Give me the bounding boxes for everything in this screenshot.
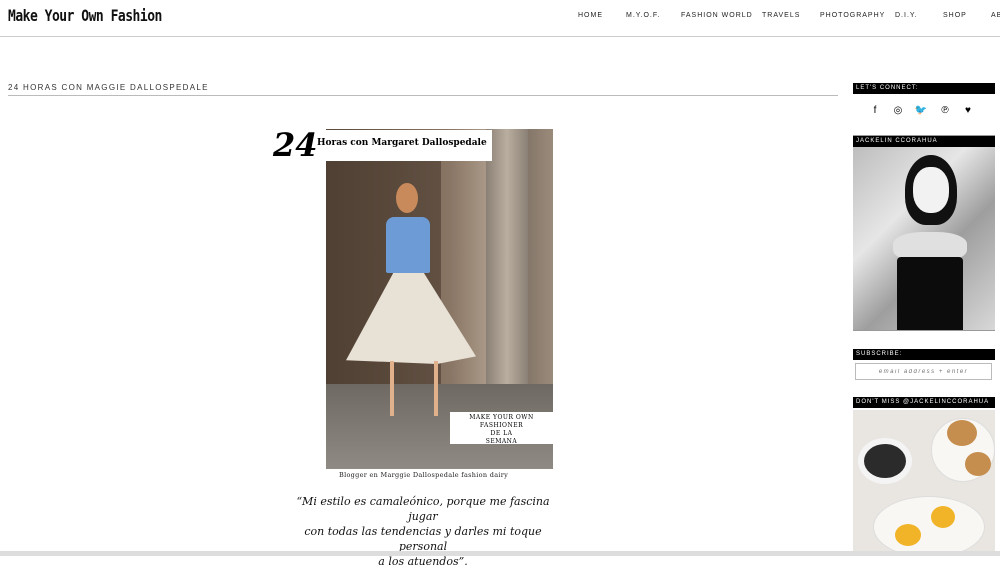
nav-photography[interactable]: PHOTOGRAPHY bbox=[820, 12, 885, 19]
image-label-line: MAKE YOUR OWN FASHIONER bbox=[469, 414, 534, 429]
horizontal-scrollbar[interactable] bbox=[0, 551, 1000, 556]
nav-shop[interactable]: SHOP bbox=[943, 12, 967, 19]
image-title-text: Horas con Margaret Dallospedale bbox=[317, 138, 487, 148]
photo-legs bbox=[390, 361, 438, 416]
facebook-icon[interactable]: f bbox=[867, 105, 883, 116]
pinterest-icon[interactable]: ℗ bbox=[937, 105, 953, 116]
bread bbox=[947, 420, 977, 446]
site-header: Make Your Own Fashion HOME M.Y.O.F. FASH… bbox=[0, 0, 1000, 37]
coffee-cup bbox=[858, 438, 912, 484]
profile-photo[interactable] bbox=[853, 147, 995, 330]
profile-heading: JACKELIN CCORAHUA bbox=[853, 136, 995, 147]
nav-about[interactable]: AB bbox=[991, 12, 1000, 19]
instagram-icon[interactable]: ◎ bbox=[890, 105, 906, 116]
heart-icon[interactable]: ♥ bbox=[960, 105, 976, 116]
photo-head bbox=[396, 183, 418, 213]
subscribe-email-input[interactable] bbox=[855, 363, 992, 380]
post-title[interactable]: 24 HORAS CON MAGGIE DALLOSPEDALE bbox=[8, 83, 209, 92]
nav-fashion-world[interactable]: FASHION WORLD bbox=[681, 12, 753, 19]
image-label-line: DE LA bbox=[490, 430, 513, 437]
nav-home[interactable]: HOME bbox=[578, 12, 603, 19]
egg-yolk bbox=[895, 524, 921, 546]
main-nav: HOME M.Y.O.F. FASHION WORLD TRAVELS PHOT… bbox=[0, 12, 1000, 24]
image-title-number: 24 bbox=[273, 126, 318, 164]
bread bbox=[965, 452, 991, 476]
image-label-line: SEMANA bbox=[485, 438, 518, 445]
nav-diy[interactable]: D.I.Y. bbox=[895, 12, 918, 19]
twitter-icon[interactable]: 🐦 bbox=[913, 105, 929, 116]
image-label: MAKE YOUR OWN FASHIONER DE LA SEMANA bbox=[450, 412, 553, 445]
nav-travels[interactable]: TRAVELS bbox=[762, 12, 800, 19]
quote-line: con todas las tendencias y darles mi toq… bbox=[304, 525, 542, 553]
profile-dress bbox=[897, 257, 963, 330]
connect-heading: LET'S CONNECT: bbox=[853, 83, 995, 94]
profile-face bbox=[913, 167, 949, 213]
nav-myof[interactable]: M.Y.O.F. bbox=[626, 12, 660, 19]
plate bbox=[873, 496, 985, 551]
instagram-photo[interactable] bbox=[853, 410, 995, 551]
quote-line: “Mi estilo es camaleónico, porque me fas… bbox=[296, 495, 550, 523]
photo-shirt bbox=[386, 217, 430, 273]
post-divider bbox=[8, 95, 838, 96]
quote-line: a los atuendos”. bbox=[378, 555, 468, 568]
post-quote: “Mi estilo es camaleónico, porque me fas… bbox=[283, 494, 563, 569]
egg-yolk bbox=[931, 506, 955, 528]
image-caption: Blogger en Marggie Dallospedale fashion … bbox=[339, 471, 509, 479]
subscribe-heading: SUBSCRIBE: bbox=[853, 349, 995, 360]
instagram-heading: DON'T MISS @JACKELINCCORAHUA bbox=[853, 397, 995, 408]
